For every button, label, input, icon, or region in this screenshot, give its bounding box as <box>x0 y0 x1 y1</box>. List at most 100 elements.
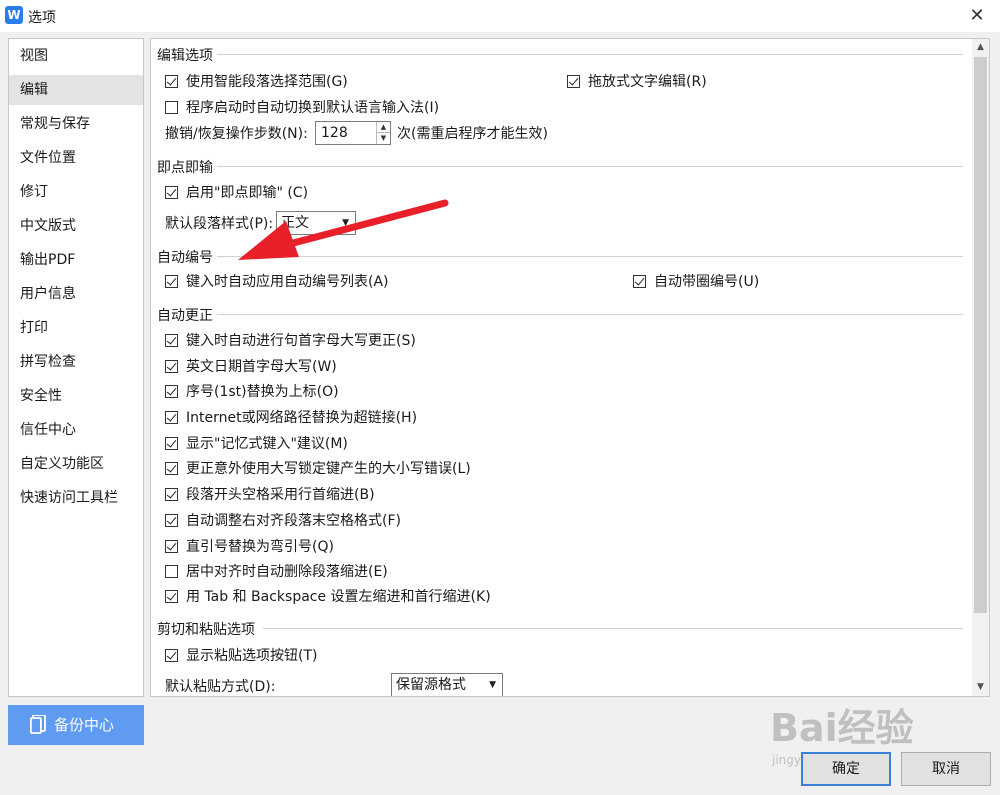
ok-button[interactable]: 确定 <box>801 752 891 786</box>
chevron-down-icon: ▼ <box>489 680 496 690</box>
section-divider <box>217 314 963 315</box>
checkbox[interactable] <box>165 539 178 553</box>
undo-steps-note: 次(需重启程序才能生效) <box>397 126 548 142</box>
undo-steps-stepper[interactable]: 128 ▲ ▼ <box>315 121 391 145</box>
option-drag-text-edit[interactable]: 拖放式文字编辑(R) <box>567 70 707 92</box>
checkbox[interactable] <box>165 185 178 199</box>
autocorrect-item[interactable]: 用 Tab 和 Backspace 设置左缩进和首行缩进(K) <box>165 585 491 607</box>
sidebar-item-customize-ribbon[interactable]: 自定义功能区 <box>9 449 143 479</box>
stepper-down-icon[interactable]: ▼ <box>377 133 390 144</box>
checkbox[interactable] <box>165 274 178 288</box>
checkbox[interactable] <box>165 410 178 424</box>
option-auto-switch-ime[interactable]: 程序启动时自动切换到默认语言输入法(I) <box>165 96 439 118</box>
undo-steps-label: 撤销/恢复操作步数(N): <box>165 126 308 142</box>
stepper-buttons: ▲ ▼ <box>376 122 390 144</box>
vertical-scrollbar[interactable]: ▲ ▼ <box>972 39 989 696</box>
option-label: 拖放式文字编辑(R) <box>588 74 707 90</box>
section-divider <box>217 54 963 55</box>
checkbox[interactable] <box>165 359 178 373</box>
autocorrect-item[interactable]: 更正意外使用大写锁定键产生的大小写错误(L) <box>165 457 471 479</box>
title-bar: W 选项 ✕ <box>0 0 1000 32</box>
sidebar-nav: 视图 编辑 常规与保存 文件位置 修订 中文版式 输出PDF 用户信息 打印 拼… <box>8 38 144 697</box>
section-divider <box>263 628 963 629</box>
sidebar-item-general-save[interactable]: 常规与保存 <box>9 109 143 139</box>
sidebar-item-spell-check[interactable]: 拼写检查 <box>9 347 143 377</box>
sidebar-item-edit[interactable]: 编辑 <box>9 75 143 105</box>
wps-app-icon: W <box>5 6 23 24</box>
backup-center-button[interactable]: 备份中心 <box>8 705 144 745</box>
option-show-paste-button[interactable]: 显示粘贴选项按钮(T) <box>165 644 317 666</box>
option-label: 键入时自动应用自动编号列表(A) <box>186 274 389 290</box>
autocorrect-item[interactable]: 显示"记忆式键入"建议(M) <box>165 432 348 454</box>
backup-center-label: 备份中心 <box>54 716 115 734</box>
cancel-button[interactable]: 取消 <box>901 752 991 786</box>
select-value: 正文 <box>281 215 309 231</box>
sidebar-item-revision[interactable]: 修订 <box>9 177 143 207</box>
sidebar-item-security[interactable]: 安全性 <box>9 381 143 411</box>
option-label: 自动带圈编号(U) <box>654 274 760 290</box>
close-icon[interactable]: ✕ <box>964 3 990 29</box>
section-title-auto-numbering: 自动编号 <box>157 250 213 266</box>
option-label: 程序启动时自动切换到默认语言输入法(I) <box>186 100 440 116</box>
checkbox[interactable] <box>165 513 178 527</box>
option-enable-click-type[interactable]: 启用"即点即输" (C) <box>165 181 308 203</box>
autocorrect-item[interactable]: 英文日期首字母大写(W) <box>165 355 337 377</box>
sidebar-item-quick-access-toolbar[interactable]: 快速访问工具栏 <box>9 483 143 513</box>
option-label: 显示"记忆式键入"建议(M) <box>186 436 348 452</box>
sidebar-item-print[interactable]: 打印 <box>9 313 143 343</box>
checkbox[interactable] <box>165 436 178 450</box>
autocorrect-item[interactable]: 直引号替换为弯引号(Q) <box>165 535 334 557</box>
default-paste-select[interactable]: 保留源格式 ▼ <box>391 673 503 696</box>
section-divider <box>217 256 963 257</box>
option-label: 键入时自动进行句首字母大写更正(S) <box>186 333 416 349</box>
checkbox[interactable] <box>165 487 178 501</box>
default-paste-label: 默认粘贴方式(D): <box>165 679 276 695</box>
default-para-style-select[interactable]: 正文 ▼ <box>276 211 356 235</box>
sidebar-item-output-pdf[interactable]: 输出PDF <box>9 245 143 275</box>
checkbox[interactable] <box>165 589 178 603</box>
undo-steps-value[interactable]: 128 <box>321 125 348 141</box>
sidebar-item-chinese-layout[interactable]: 中文版式 <box>9 211 143 241</box>
select-value: 保留源格式 <box>396 677 466 693</box>
option-label: 用 Tab 和 Backspace 设置左缩进和首行缩进(K) <box>186 589 491 605</box>
option-auto-numbered-list[interactable]: 键入时自动应用自动编号列表(A) <box>165 270 389 292</box>
section-divider <box>217 166 963 167</box>
option-smart-paragraph[interactable]: 使用智能段落选择范围(G) <box>165 70 348 92</box>
option-label: 启用"即点即输" (C) <box>186 185 309 201</box>
watermark-logo-text: Bai经验 <box>770 706 914 750</box>
checkbox[interactable] <box>165 384 178 398</box>
checkbox[interactable] <box>165 461 178 475</box>
checkbox[interactable] <box>633 274 646 288</box>
section-title-cut-paste: 剪切和粘贴选项 <box>157 622 255 638</box>
checkbox[interactable] <box>165 100 178 114</box>
chevron-down-icon: ▼ <box>342 218 349 228</box>
scroll-down-icon[interactable]: ▼ <box>972 679 989 696</box>
sidebar-item-file-location[interactable]: 文件位置 <box>9 143 143 173</box>
autocorrect-item[interactable]: 键入时自动进行句首字母大写更正(S) <box>165 329 416 351</box>
option-label: 使用智能段落选择范围(G) <box>186 74 348 90</box>
checkbox[interactable] <box>165 333 178 347</box>
autocorrect-item[interactable]: 自动调整右对齐段落末空格格式(F) <box>165 509 401 531</box>
checkbox[interactable] <box>165 648 178 662</box>
checkbox[interactable] <box>165 74 178 88</box>
autocorrect-item[interactable]: 居中对齐时自动删除段落缩进(E) <box>165 560 388 582</box>
option-label: 直引号替换为弯引号(Q) <box>186 539 334 555</box>
option-auto-circle-number[interactable]: 自动带圈编号(U) <box>633 270 759 292</box>
sidebar-item-user-info[interactable]: 用户信息 <box>9 279 143 309</box>
default-para-style-label: 默认段落样式(P): <box>165 216 274 232</box>
sidebar-item-view[interactable]: 视图 <box>9 41 143 71</box>
scroll-up-icon[interactable]: ▲ <box>972 39 989 56</box>
autocorrect-item[interactable]: 段落开头空格采用行首缩进(B) <box>165 483 375 505</box>
section-title-autocorrect: 自动更正 <box>157 308 213 324</box>
options-panel: 编辑选项 使用智能段落选择范围(G) 拖放式文字编辑(R) 程序启动时自动切换到… <box>150 38 990 697</box>
option-label: 居中对齐时自动删除段落缩进(E) <box>186 564 388 580</box>
sidebar-item-trust-center[interactable]: 信任中心 <box>9 415 143 445</box>
scrollbar-thumb[interactable] <box>974 57 987 613</box>
autocorrect-item[interactable]: 序号(1st)替换为上标(O) <box>165 380 339 402</box>
stepper-up-icon[interactable]: ▲ <box>377 122 390 133</box>
option-label: 序号(1st)替换为上标(O) <box>186 384 339 400</box>
checkbox[interactable] <box>567 74 580 88</box>
checkbox[interactable] <box>165 564 178 578</box>
autocorrect-item[interactable]: Internet或网络路径替换为超链接(H) <box>165 406 417 428</box>
option-label: 更正意外使用大写锁定键产生的大小写错误(L) <box>186 461 471 477</box>
